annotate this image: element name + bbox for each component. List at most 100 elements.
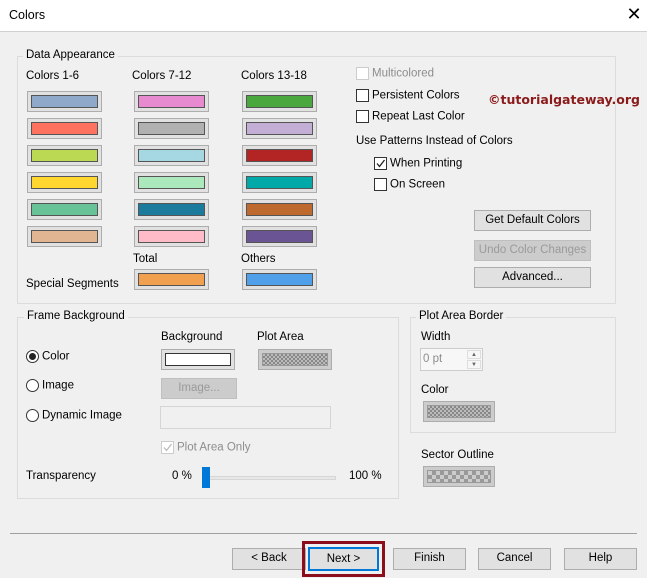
color-swatch-2[interactable] [27,118,102,139]
color-fill [246,230,313,243]
check-icon [374,157,387,170]
radio-image[interactable]: Image [26,379,74,392]
spin-up-icon[interactable]: ▲ [467,350,481,359]
transparency-label: Transparency [26,470,96,482]
repeat-last-color-checkbox[interactable]: Repeat Last Color [356,110,465,123]
border-color-swatch[interactable] [423,401,495,422]
color-swatch-7[interactable] [134,91,209,112]
advanced-button[interactable]: Advanced... [474,267,591,288]
finish-button[interactable]: Finish [393,548,466,570]
color-fill [246,122,313,135]
help-button[interactable]: Help [564,548,637,570]
on-screen-checkbox[interactable]: On Screen [374,178,445,191]
color-fill [31,122,98,135]
image-button[interactable]: Image... [161,378,237,399]
color-fill [138,176,205,189]
radio-image-label: Image [42,379,74,392]
color-swatch-1[interactable] [27,91,102,112]
total-color-fill [138,273,205,286]
sector-outline-swatch[interactable] [423,466,495,487]
color-swatch-13[interactable] [242,91,317,112]
color-swatch-5[interactable] [27,199,102,220]
color-swatch-8[interactable] [134,118,209,139]
color-swatch-11[interactable] [134,199,209,220]
radio-color-label: Color [42,350,70,363]
color-fill [246,203,313,216]
color-swatch-9[interactable] [134,145,209,166]
radio-dynamic-image-label: Dynamic Image [42,409,122,422]
repeat-last-color-label: Repeat Last Color [372,110,465,123]
width-spinner[interactable]: 0 pt ▲ ▼ [420,348,483,371]
dynamic-image-field[interactable] [160,406,331,429]
when-printing-checkbox[interactable]: When Printing [374,157,462,170]
radio-color[interactable]: Color [26,350,69,363]
checkbox-box [356,110,369,123]
color-fill [31,203,98,216]
color-swatch-3[interactable] [27,145,102,166]
color-swatch-14[interactable] [242,118,317,139]
on-screen-label: On Screen [390,178,445,191]
multicolored-label: Multicolored [372,67,434,80]
plot-area-color-swatch[interactable] [258,349,332,370]
transparency-slider-track[interactable] [205,476,336,480]
transparency-max-label: 100 % [349,470,382,482]
plot-area-border-legend: Plot Area Border [416,310,507,322]
checkbox-box [374,178,387,191]
color-swatch-16[interactable] [242,172,317,193]
color-fill [246,176,313,189]
color-fill [31,95,98,108]
when-printing-label: When Printing [390,157,463,170]
others-color-fill [246,273,313,286]
transparency-slider-thumb[interactable] [202,467,210,488]
radio-dot [26,409,39,422]
cancel-button[interactable]: Cancel [478,548,551,570]
radio-dynamic-image[interactable]: Dynamic Image [26,409,122,422]
checkbox-box [356,67,369,80]
color-swatch-4[interactable] [27,172,102,193]
plot-area-pattern [262,353,328,366]
close-icon[interactable]: ✕ [624,4,644,25]
color-fill [246,95,313,108]
color-fill [138,203,205,216]
undo-color-changes-button[interactable]: Undo Color Changes [474,240,591,261]
sector-outline-label: Sector Outline [421,449,494,461]
persistent-colors-label: Persistent Colors [372,89,460,102]
plot-area-only-checkbox[interactable]: Plot Area Only [161,441,251,454]
color-swatch-12[interactable] [134,226,209,247]
back-button[interactable]: < Back [232,548,306,570]
total-label: Total [133,253,158,265]
border-color-label: Color [421,384,449,396]
color-swatch-10[interactable] [134,172,209,193]
color-fill [31,230,98,243]
window-title: Colors [9,8,46,22]
color-fill [31,149,98,162]
get-default-colors-button[interactable]: Get Default Colors [474,210,591,231]
others-color-swatch[interactable] [242,269,317,290]
sector-outline-pattern [427,470,491,483]
color-fill [138,122,205,135]
persistent-colors-checkbox[interactable]: Persistent Colors [356,89,460,102]
color-swatch-18[interactable] [242,226,317,247]
special-segments-label: Special Segments [26,278,119,290]
background-label: Background [161,331,223,343]
total-color-swatch[interactable] [134,269,209,290]
use-patterns-label: Use Patterns Instead of Colors [356,135,513,147]
others-label: Others [241,253,276,265]
footer-divider [10,533,637,534]
plot-area-only-label: Plot Area Only [177,441,251,454]
color-swatch-17[interactable] [242,199,317,220]
width-value: 0 pt [423,353,443,365]
color-fill [138,149,205,162]
spin-down-icon[interactable]: ▼ [467,360,481,369]
width-label: Width [421,331,451,343]
multicolored-checkbox[interactable]: Multicolored [356,67,434,80]
transparency-min-label: 0 % [172,470,192,482]
background-color-fill [165,353,231,366]
radio-dot [26,379,39,392]
next-button[interactable]: Next > [308,547,379,571]
plot-area-label: Plot Area [257,331,304,343]
background-color-swatch[interactable] [161,349,235,370]
color-swatch-6[interactable] [27,226,102,247]
color-swatch-15[interactable] [242,145,317,166]
watermark: ©tutorialgateway.org [488,92,640,107]
